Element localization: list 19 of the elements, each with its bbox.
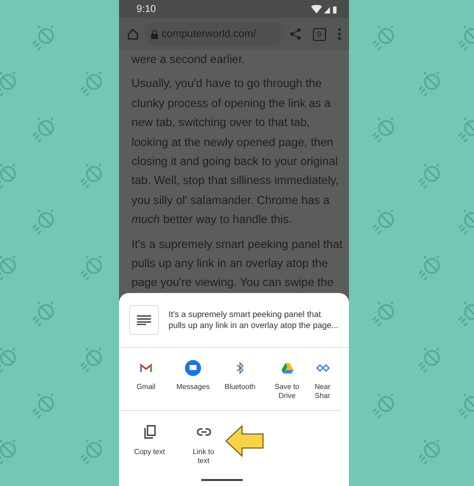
status-icons bbox=[310, 4, 336, 14]
nearby-icon bbox=[316, 363, 330, 373]
chat-icon bbox=[185, 360, 201, 376]
home-icon[interactable] bbox=[126, 28, 138, 40]
menu-icon[interactable] bbox=[338, 28, 340, 40]
clock-time: 9:10 bbox=[136, 4, 156, 14]
pointer-arrow bbox=[224, 425, 264, 457]
lines-icon bbox=[136, 315, 150, 325]
article-paragraph: were a second earlier. bbox=[132, 52, 246, 68]
article-paragraph: Usually, you'd have to go through the clunky process of opening the link as a new tab, switching over to that tab, looking at the newly opened page, then closing it and going back to your original tab. Well, stop that silliness immediately, you silly ol' salamander. Chrome has a much better way to handle this. bbox=[132, 76, 340, 228]
copy-icon bbox=[144, 425, 156, 439]
lock-icon bbox=[150, 30, 158, 38]
article-paragraph: It's a supremely smart peeking panel that pulls up any link in an overlay atop the page you're viewing. You can swipe the bbox=[132, 236, 344, 292]
share-icon[interactable] bbox=[290, 28, 300, 40]
link-icon bbox=[196, 428, 210, 436]
preview-text: It's a supremely smart peeking panel that pulls up any link in an overlay atop the page... bbox=[168, 309, 338, 331]
bluetooth-icon bbox=[236, 362, 244, 374]
triangle-icon bbox=[280, 362, 294, 374]
mail-icon bbox=[140, 363, 152, 373]
